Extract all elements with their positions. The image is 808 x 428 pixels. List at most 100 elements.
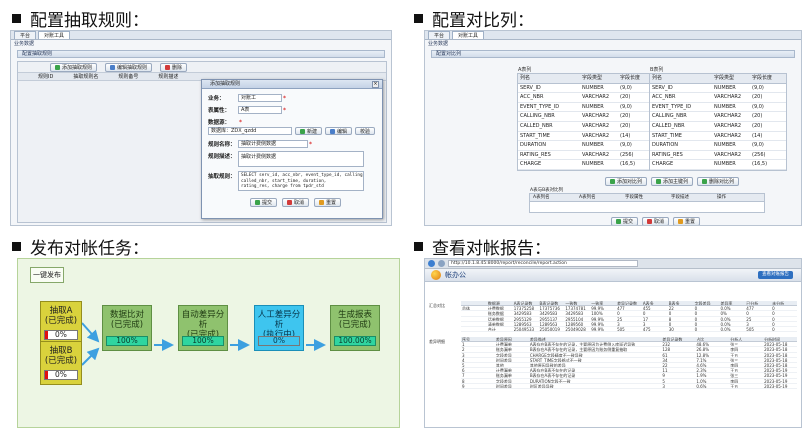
progress-bar: 100.00%: [334, 336, 376, 346]
edit-db-button[interactable]: 编辑: [325, 127, 353, 135]
tab-bar: 平台 对账工具: [425, 31, 801, 40]
table-row[interactable]: CALLING_NBR VARCHAR2 (20): [650, 112, 786, 122]
table-row[interactable]: 合计 25049533 25050019 25049028 99.9% 505 475 30 0…: [461, 327, 797, 333]
form-buttons: 提交 取消 重置: [611, 217, 701, 225]
check-db-button[interactable]: 校验: [355, 127, 376, 135]
table-row[interactable]: CHARGE NUMBER (16,5): [650, 160, 786, 170]
table-row[interactable]: ACC_NBR VARCHAR2 (20): [518, 93, 654, 103]
table-row[interactable]: SERV_ID NUMBER (9,0): [518, 84, 654, 94]
add-icon: [656, 179, 662, 184]
table-row[interactable]: CALLING_NBR VARCHAR2 (20): [518, 112, 654, 122]
rule-toolbar: 添加抽取规则 编辑抽取规则 删除: [18, 62, 386, 73]
table-attr-select[interactable]: A表: [238, 106, 282, 114]
breadcrumb: 业务数据: [14, 41, 35, 47]
screenshot-extract-rule: 平台 对账工具 业务数据 配置抽取规则 添加抽取规则 编辑抽取规则 删除 规则I…: [10, 30, 392, 226]
node-extract-b[interactable]: 抽取B (已完成) 0%: [40, 341, 82, 385]
add-key-column-button[interactable]: 添加主键列: [651, 177, 694, 186]
check-icon: [255, 200, 260, 205]
business-select[interactable]: 对账工: [238, 94, 282, 102]
reset-icon: [319, 200, 325, 205]
business-row: 业务： 对账工 *: [208, 94, 286, 102]
table-row[interactable]: EVENT_TYPE_ID NUMBER (9,0): [650, 103, 786, 113]
delete-compare-column-button[interactable]: 删除对比列: [697, 177, 740, 186]
add-icon: [300, 128, 305, 134]
table-row[interactable]: RATING_RES VARCHAR2 (256): [650, 151, 786, 161]
progress-bar: 0%: [44, 370, 78, 380]
tab-reconcile-tool[interactable]: 对账工具: [452, 31, 485, 39]
a-table-columns: A表列 列名 字段类型 字段长度 SERV_ID NUMBER (9,0) ACC_N…: [517, 67, 655, 171]
table-row[interactable]: START_TIME VARCHAR2 (14): [518, 132, 654, 142]
edit-rule-button[interactable]: 编辑抽取规则: [105, 62, 153, 72]
add-rule-button[interactable]: 添加抽取规则: [50, 62, 98, 72]
delete-icon: [165, 64, 171, 70]
summary-label: 汇总对比: [429, 303, 445, 308]
reset-button[interactable]: 重置: [314, 198, 342, 207]
tab-bar: 平台 对账工具: [11, 31, 391, 40]
rule-desc-row: 规则描述：: [208, 154, 236, 160]
table-row[interactable]: 9 时间差异 时区差异导致 3 0.6% 王五 2023-05-19: [461, 384, 797, 389]
bullet-icon: [414, 14, 423, 23]
node-extract-a[interactable]: 抽取A (已完成) 0%: [40, 301, 82, 345]
table-header: 列名 字段类型 字段长度: [518, 74, 654, 84]
table-row[interactable]: DURATION NUMBER (9,0): [518, 141, 654, 151]
add-icon: [610, 179, 615, 184]
cancel-button[interactable]: 取消: [642, 217, 670, 225]
b-table-columns: B表列 列名 字段类型 字段长度 SERV_ID NUMBER (9,0) ACC_N…: [649, 67, 787, 171]
table-row[interactable]: CALLED_NBR VARCHAR2 (20): [518, 122, 654, 132]
bullet-icon: [414, 242, 423, 251]
check-icon: [616, 219, 621, 224]
screenshot-compare-columns: 平台 对账工具 业务数据 配置对比列 A表列 列名 字段类型 字段长度 SERV…: [424, 30, 802, 226]
table-row[interactable]: SERV_ID NUMBER (9,0): [650, 84, 786, 94]
table-row[interactable]: CHARGE NUMBER (16,5): [518, 160, 654, 170]
tab-platform[interactable]: 平台: [428, 31, 451, 39]
address-bar[interactable]: http://10.1.8.45:8000/report/reconcile/r…: [448, 260, 638, 267]
node-auto-diff[interactable]: 自动差异分析 (已完成) 100%: [178, 305, 228, 351]
delete-rule-button[interactable]: 删除: [160, 62, 188, 72]
table-row[interactable]: START_TIME VARCHAR2 (14): [650, 132, 786, 142]
rule-name-input[interactable]: 抽取计费侧数据: [238, 140, 308, 148]
add-compare-column-button[interactable]: 添加对比列: [605, 177, 648, 186]
back-icon[interactable]: [428, 260, 435, 267]
rule-sql-textarea[interactable]: SELECT serv_id, acc_nbr, event_type_id, …: [238, 171, 364, 191]
view-report-button[interactable]: 查看对账报告: [758, 271, 793, 279]
ab-compare-table: A表与B表对比列 A表列名 A表列名 字段属性 字段描述 操作: [529, 188, 765, 213]
section-title-publish-task: 发布对帐任务：: [12, 234, 149, 259]
new-db-button[interactable]: 新建: [295, 127, 323, 135]
panel-title: 配置对比列: [431, 50, 795, 58]
db-select[interactable]: 数据库：ZDX_qzdd: [208, 127, 292, 135]
reset-button[interactable]: 重置: [673, 217, 701, 225]
rule-desc-textarea[interactable]: 抽取计费侧数据: [238, 151, 364, 167]
node-manual-diff[interactable]: 人工差异分析 (执行中) 0%: [254, 305, 304, 351]
section-title-view-report: 查看对帐报告：: [414, 234, 551, 259]
app-logo: [431, 270, 441, 280]
submit-button[interactable]: 提交: [611, 217, 639, 225]
node-generate-report[interactable]: 生成报表 (已完成) 100.00%: [330, 305, 380, 351]
close-icon[interactable]: ×: [372, 81, 379, 88]
table-row[interactable]: ACC_NBR VARCHAR2 (20): [650, 93, 786, 103]
table-row[interactable]: RATING_RES VARCHAR2 (256): [518, 151, 654, 161]
breadcrumb: 业务数据: [428, 41, 449, 47]
tab-reconcile-tool[interactable]: 对账工具: [38, 31, 71, 39]
summary-table: 数据源 A表记录数 B表记录数 一致数 一致率 差异记录数 A表多 B表多 字段差异 差异率 已分析…: [461, 301, 797, 333]
detail-table: 序号 差异原因 差异描述 差异记录数 占比 分析人 分析时间 1 计费漏单 A表存在B表不存在的记…: [461, 337, 797, 389]
app-header: 帐办公 查看对账报告: [425, 269, 801, 282]
table-row[interactable]: CALLED_NBR VARCHAR2 (20): [650, 122, 786, 132]
cancel-button[interactable]: 取消: [282, 198, 310, 207]
table-row[interactable]: EVENT_TYPE_ID NUMBER (9,0): [518, 103, 654, 113]
table-row[interactable]: DURATION NUMBER (9,0): [650, 141, 786, 151]
forward-icon[interactable]: [438, 260, 445, 267]
table-attr-row: 表属性： A表 *: [208, 106, 286, 114]
arrow-extract-a: [81, 322, 100, 343]
screenshot-view-report: http://10.1.8.45:8000/report/reconcile/r…: [424, 258, 802, 428]
cancel-icon: [647, 219, 653, 224]
progress-bar: 0%: [258, 336, 300, 346]
column-action-buttons: 添加对比列 添加主键列 删除对比列: [605, 177, 740, 186]
cancel-icon: [287, 200, 293, 205]
delete-icon: [702, 179, 708, 184]
tab-platform[interactable]: 平台: [14, 31, 37, 39]
node-data-compare[interactable]: 数据比对 (已完成) 100%: [102, 305, 152, 351]
app-name: 帐办公: [445, 271, 466, 279]
submit-button[interactable]: 提交: [250, 198, 278, 207]
progress-bar: 0%: [44, 330, 78, 340]
panel-title: 配置抽取规则: [17, 50, 385, 58]
